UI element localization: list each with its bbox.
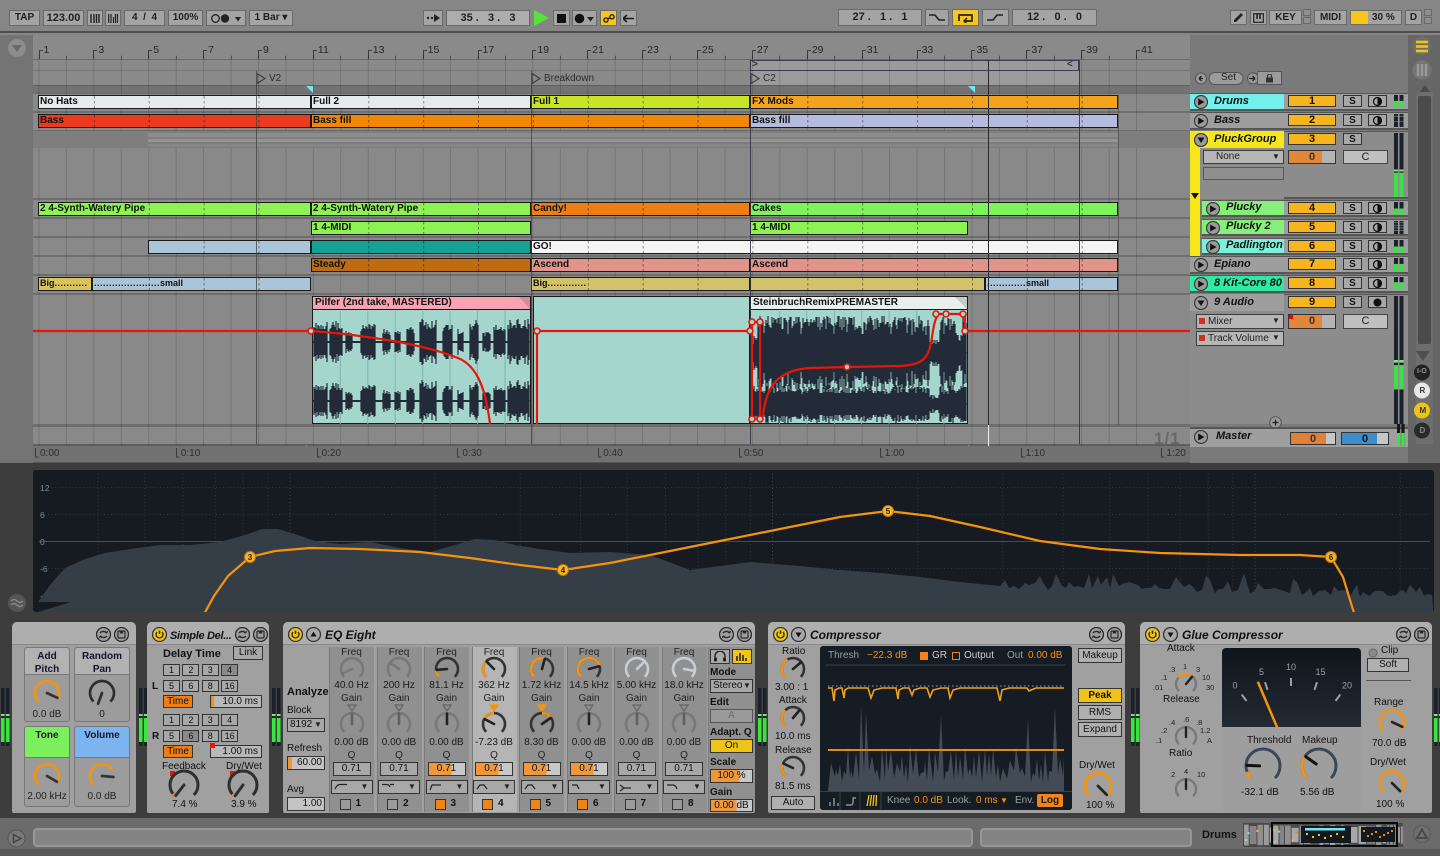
svg-text:6: 6 [1329, 553, 1334, 562]
svg-text:20: 20 [1342, 681, 1352, 691]
svg-text:10: 10 [1286, 662, 1296, 672]
svg-text:4: 4 [561, 566, 566, 575]
svg-text:15: 15 [1315, 667, 1325, 677]
svg-text:3: 3 [248, 553, 253, 562]
svg-text:0: 0 [1232, 681, 1237, 691]
svg-text:5: 5 [1259, 667, 1264, 677]
svg-text:5: 5 [886, 507, 891, 516]
